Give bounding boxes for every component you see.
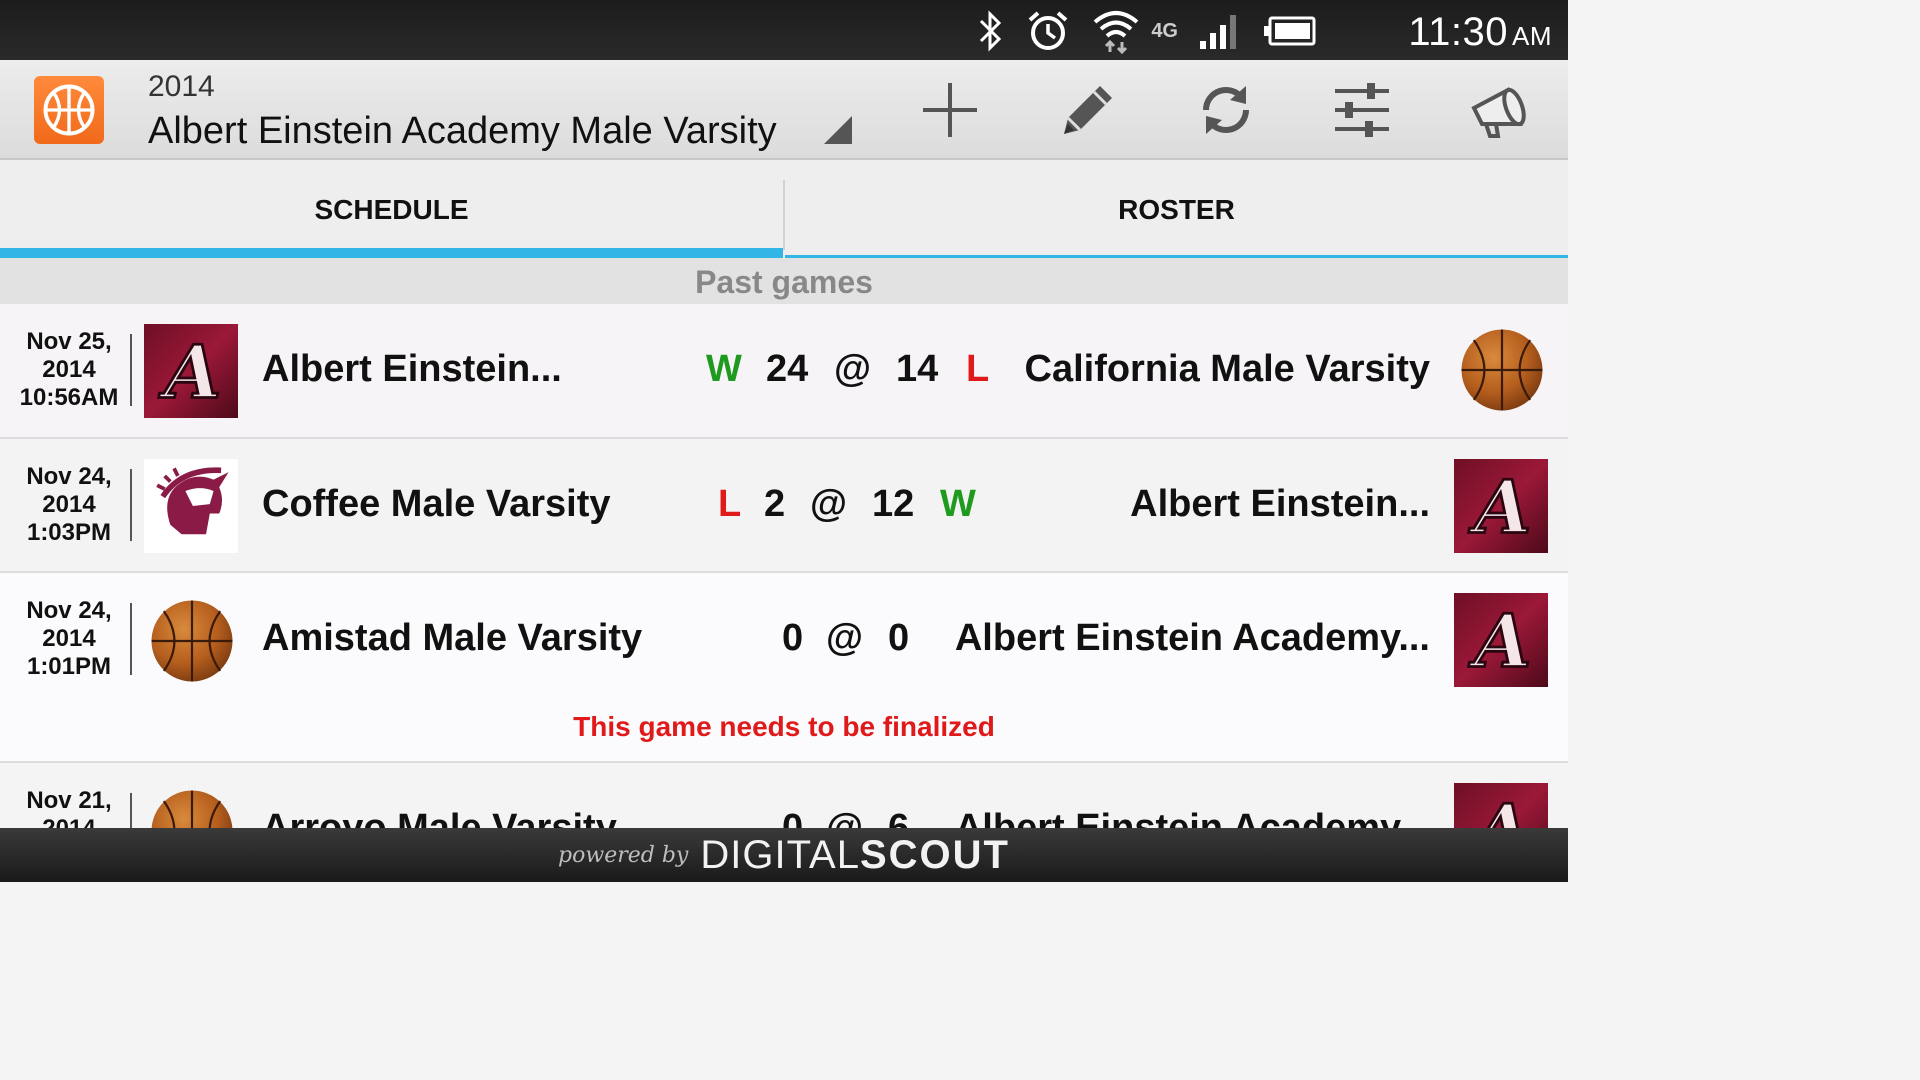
tab-schedule[interactable]: SCHEDULE (0, 178, 783, 258)
alarm-icon (1028, 11, 1068, 50)
game-row[interactable]: Nov 25, 2014 10:56AM Albert Einstein... … (0, 304, 1568, 439)
powered-by-label: powered by (558, 842, 689, 868)
at-symbol: @ (826, 807, 864, 828)
finalize-warning[interactable]: This game needs to be finalized (0, 711, 1568, 743)
home-score: 24 (766, 348, 809, 390)
away-score: 0 (888, 617, 910, 659)
season-year: 2014 (148, 70, 215, 103)
game-date: Nov 24, 2014 1:01PM (8, 597, 130, 681)
game-row[interactable]: Nov 24, 2014 1:01PM Amistad Male Varsity… (0, 573, 1568, 763)
clock-ampm: AM (1512, 21, 1552, 51)
tab-roster[interactable]: ROSTER (785, 178, 1568, 258)
game-date-line: 2014 (42, 356, 96, 383)
game-date: Nov 25, 2014 10:56AM (8, 328, 130, 412)
home-team-name: Amistad Male Varsity (262, 617, 643, 659)
date-divider (130, 334, 132, 406)
home-score: 0 (782, 617, 804, 659)
game-date-line: Nov 24, (26, 463, 112, 490)
game-date-line: Nov 21, (26, 787, 112, 814)
letter-a-logo (1454, 459, 1548, 553)
brand-light: DIGITAL (700, 832, 860, 877)
add-button[interactable] (916, 78, 984, 142)
game-date: Nov 24, 2014 1:03PM (8, 463, 130, 547)
basketball-logo (148, 597, 236, 685)
wifi-icon (1094, 11, 1139, 54)
battery-icon (1264, 16, 1316, 46)
basketball-logo (148, 787, 236, 828)
home-team-name: Arroyo Male Varsity (262, 807, 617, 828)
spartan-helmet-logo (144, 459, 238, 553)
letter-a-logo (1454, 783, 1548, 828)
basketball-logo (1458, 326, 1546, 414)
game-date-line: Nov 24, (26, 597, 112, 624)
edit-button[interactable] (1054, 78, 1122, 142)
filter-button[interactable] (1328, 78, 1396, 142)
status-icons: 4G (975, 8, 1318, 54)
home-result: L (718, 483, 742, 525)
letter-a-logo (144, 324, 238, 418)
megaphone-icon (1471, 87, 1526, 138)
away-score: 6 (888, 807, 910, 828)
game-date-line: 2014 (8, 815, 130, 828)
signal-icon (1200, 15, 1236, 49)
date-divider (130, 603, 132, 675)
network-type: 4G (1151, 19, 1178, 42)
game-date-line: 10:56AM (19, 384, 119, 411)
away-result: W (940, 483, 976, 525)
home-result: W (706, 348, 742, 390)
announce-button[interactable] (1466, 78, 1534, 142)
game-date-line: 2014 (42, 491, 96, 518)
at-symbol: @ (826, 617, 864, 659)
home-score: 0 (782, 807, 804, 828)
away-team-name: Albert Einstein... (1130, 483, 1430, 525)
date-divider (130, 469, 132, 541)
settings-sliders-icon (1335, 83, 1389, 137)
at-symbol: @ (834, 348, 872, 390)
game-date-line: 1:01PM (26, 653, 112, 680)
section-header-past-games: Past games (0, 258, 1568, 304)
app-logo[interactable] (34, 76, 104, 144)
status-bar: 4G 11:30 AM (0, 0, 1568, 60)
game-date-line: 1:03PM (26, 519, 112, 546)
bluetooth-icon (980, 10, 1002, 52)
home-team-name: Albert Einstein... (262, 348, 562, 390)
tab-bar: SCHEDULE ROSTER (0, 160, 1568, 258)
sync-button[interactable] (1192, 78, 1260, 142)
home-score: 2 (764, 483, 786, 525)
team-selector[interactable]: Albert Einstein Academy Male Varsity (148, 110, 777, 153)
away-team-name: Albert Einstein Academy... (954, 807, 1430, 828)
dropdown-triangle-icon[interactable] (822, 114, 854, 146)
game-date-line: 2014 (42, 625, 96, 652)
away-score: 12 (872, 483, 915, 525)
home-team-name: Coffee Male Varsity (262, 483, 611, 525)
brand-bold: SCOUT (859, 832, 1010, 877)
clock: 11:30 AM (1408, 10, 1552, 55)
basketball-app-icon (43, 84, 95, 136)
clock-time: 11:30 (1408, 10, 1508, 54)
letter-a-logo (1454, 593, 1548, 687)
add-icon (923, 83, 977, 137)
footer-branding: powered by DIGITALSCOUT (0, 828, 1568, 882)
away-team-name: Albert Einstein Academy... (954, 617, 1430, 659)
action-bar: 2014 Albert Einstein Academy Male Varsit… (0, 60, 1568, 160)
at-symbol: @ (810, 483, 848, 525)
sync-icon (1203, 86, 1249, 134)
games-list[interactable]: Nov 25, 2014 10:56AM Albert Einstein... … (0, 304, 1568, 828)
brand-logo: DIGITALSCOUT (700, 833, 1010, 878)
date-divider (130, 793, 132, 828)
game-row[interactable]: Nov 24, 2014 1:03PM Coffee Male Varsity … (0, 439, 1568, 573)
game-date-line: Nov 25, (26, 328, 112, 355)
edit-icon (1064, 86, 1112, 134)
away-score: 14 (896, 348, 939, 390)
away-team-name: California Male Varsity (1024, 348, 1431, 390)
away-result: L (966, 348, 990, 390)
game-row[interactable]: Nov 21, 2014 Arroyo Male Varsity 0 @ 6 A… (0, 763, 1568, 828)
game-date: Nov 21, 2014 (8, 787, 130, 828)
